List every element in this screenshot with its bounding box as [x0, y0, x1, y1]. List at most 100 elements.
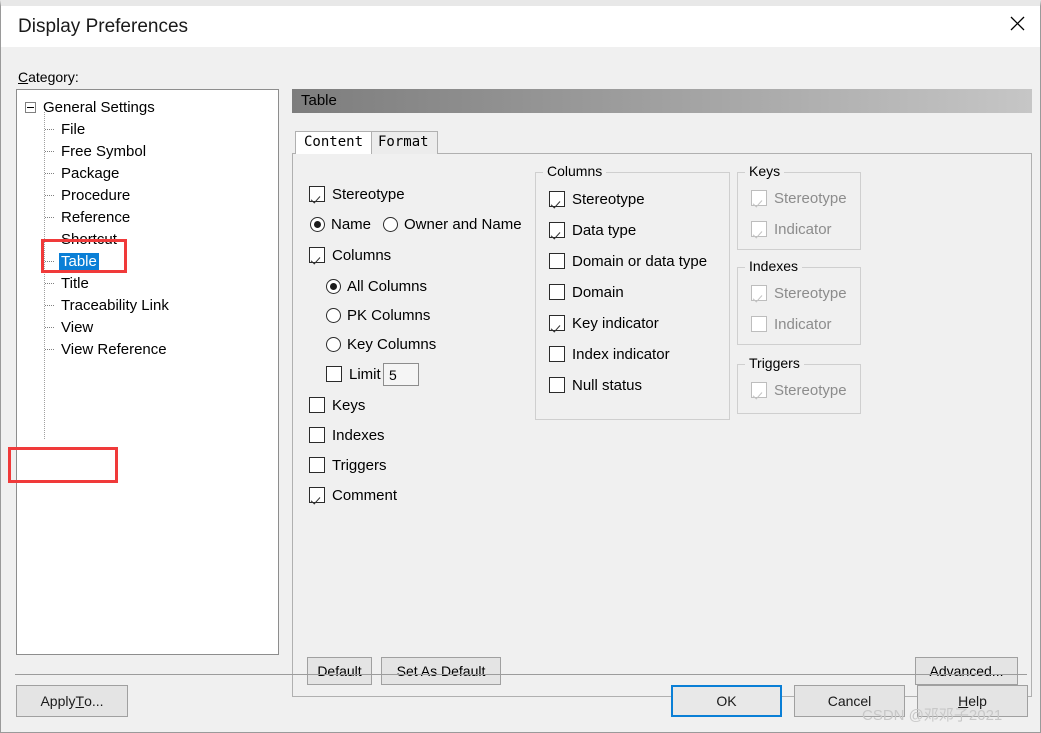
checkbox-label: Indicator [774, 220, 832, 238]
checkbox-columns-stereotype[interactable]: Stereotype [549, 189, 719, 209]
radio-circle-icon[interactable] [310, 216, 325, 232]
checkbox-label: Limit [349, 365, 381, 383]
tree-branch-icon [41, 150, 57, 152]
watermark: CSDN @邓邓子2021 [862, 707, 1003, 724]
checkbox-columns-null-status[interactable]: Null status [549, 375, 719, 395]
checkbox-box-icon[interactable] [549, 377, 565, 393]
checkbox-label: Key indicator [572, 314, 659, 332]
radio-pk-columns[interactable]: PK Columns [326, 305, 430, 325]
category-tree[interactable]: General Settings File Free Symbol Packag… [16, 89, 279, 655]
checkbox-box-icon[interactable] [309, 427, 325, 443]
checkbox-limit[interactable]: Limit [326, 364, 381, 384]
tree-item-label: Procedure [61, 186, 131, 204]
checkbox-box-icon [751, 221, 767, 237]
checkbox-box-icon[interactable] [326, 366, 342, 382]
tree-item-table[interactable]: Table [41, 250, 99, 272]
checkbox-label: Stereotype [332, 185, 404, 203]
checkbox-box-icon[interactable] [549, 284, 565, 300]
checkbox-columns-index-indicator[interactable]: Index indicator [549, 344, 719, 364]
tree-item-shortcut[interactable]: Shortcut [41, 228, 119, 250]
checkbox-label: Index indicator [572, 345, 670, 363]
tree-item-view-reference[interactable]: View Reference [41, 338, 169, 360]
checkbox-keys-indicator: Indicator [751, 219, 856, 239]
close-x-icon [1010, 16, 1024, 31]
tree-item-view[interactable]: View [41, 316, 95, 338]
tree-branch-icon [41, 282, 57, 284]
panel-header-title: Table [301, 92, 337, 109]
checkbox-box-icon[interactable] [549, 191, 565, 207]
checkbox-label: Keys [332, 396, 365, 414]
checkbox-box-icon[interactable] [309, 186, 325, 202]
checkbox-box-icon[interactable] [549, 315, 565, 331]
checkbox-label: Columns [332, 246, 392, 264]
limit-input[interactable]: 5 [383, 363, 419, 386]
checkbox-box-icon[interactable] [549, 253, 565, 269]
tree-item-package[interactable]: Package [41, 162, 121, 184]
checkbox-indexes-indicator: Indicator [751, 314, 856, 334]
checkbox-columns-key-indicator[interactable]: Key indicator [549, 313, 719, 333]
checkbox-keys-stereotype: Stereotype [751, 188, 856, 208]
apply-to-button[interactable]: Apply To... [16, 685, 128, 717]
tree-branch-icon [41, 128, 57, 130]
ok-button[interactable]: OK [671, 685, 782, 717]
title-bar: Display Preferences [1, 6, 1040, 48]
indexes-group-title: Indexes [745, 258, 803, 274]
collapse-expander-icon[interactable] [25, 101, 36, 113]
tree-item-traceability-link[interactable]: Traceability Link [41, 294, 171, 316]
radio-all-columns[interactable]: All Columns [326, 276, 427, 296]
apply-to-label-post: o... [84, 693, 104, 709]
columns-group: Columns Stereotype Data type Domain or d… [535, 163, 730, 420]
radio-name[interactable]: Name [310, 214, 371, 234]
tree-item-title[interactable]: Title [41, 272, 91, 294]
checkbox-box-icon[interactable] [309, 397, 325, 413]
checkbox-keys[interactable]: Keys [309, 395, 419, 415]
radio-label: Name [331, 215, 372, 233]
tab-strip: Content Format [292, 131, 1032, 154]
checkbox-label: Stereotype [774, 284, 847, 302]
checkbox-indexes[interactable]: Indexes [309, 425, 419, 445]
tab-content[interactable]: Content [295, 131, 373, 154]
close-button[interactable] [994, 6, 1040, 41]
checkbox-triggers[interactable]: Triggers [309, 455, 419, 475]
keys-group: Keys Stereotype Indicator [737, 163, 861, 250]
radio-circle-icon[interactable] [326, 336, 341, 352]
radio-owner-and-name[interactable]: Owner and Name [383, 214, 522, 234]
radio-key-columns[interactable]: Key Columns [326, 334, 436, 354]
radio-circle-icon[interactable] [326, 307, 341, 323]
panel-header-bar: Table [292, 89, 1032, 113]
checkbox-box-icon[interactable] [309, 247, 325, 263]
tab-format[interactable]: Format [369, 131, 438, 154]
tree-item-label: File [61, 120, 86, 138]
tree-item-label: Traceability Link [61, 296, 169, 314]
apply-to-accel-letter: T [75, 693, 85, 709]
checkbox-columns-domain[interactable]: Domain [549, 282, 719, 302]
checkbox-indexes-stereotype: Stereotype [751, 283, 856, 303]
checkbox-box-icon[interactable] [549, 222, 565, 238]
content-tab-panel: Stereotype Name Owner and Name Columns A… [292, 153, 1032, 697]
dialog-body: Category: General Settings File Free Sym… [1, 47, 1040, 732]
radio-circle-icon[interactable] [326, 278, 341, 294]
checkbox-columns-data-type[interactable]: Data type [549, 220, 719, 240]
checkbox-columns-domain-or-data-type[interactable]: Domain or data type [549, 251, 724, 271]
checkbox-box-icon [751, 316, 767, 332]
tree-item-file[interactable]: File [41, 118, 87, 140]
tree-item-general-settings[interactable]: General Settings [25, 96, 157, 118]
tree-item-reference[interactable]: Reference [41, 206, 132, 228]
checkbox-stereotype[interactable]: Stereotype [309, 184, 429, 204]
tree-branch-icon [41, 304, 57, 306]
checkbox-comment[interactable]: Comment [309, 485, 419, 505]
indexes-group: Indexes Stereotype Indicator [737, 258, 861, 345]
checkbox-box-icon[interactable] [549, 346, 565, 362]
checkbox-box-icon[interactable] [309, 487, 325, 503]
tree-item-label: General Settings [43, 98, 155, 116]
radio-circle-icon[interactable] [383, 216, 398, 232]
checkbox-columns[interactable]: Columns [309, 245, 419, 265]
tree-item-free-symbol[interactable]: Free Symbol [41, 140, 148, 162]
checkbox-box-icon [751, 285, 767, 301]
tree-item-label: Reference [61, 208, 131, 226]
checkbox-box-icon[interactable] [309, 457, 325, 473]
checkbox-label: Stereotype [572, 190, 645, 208]
tree-item-procedure[interactable]: Procedure [41, 184, 132, 206]
tree-branch-icon [41, 194, 57, 196]
tree-item-label: View Reference [61, 340, 167, 358]
